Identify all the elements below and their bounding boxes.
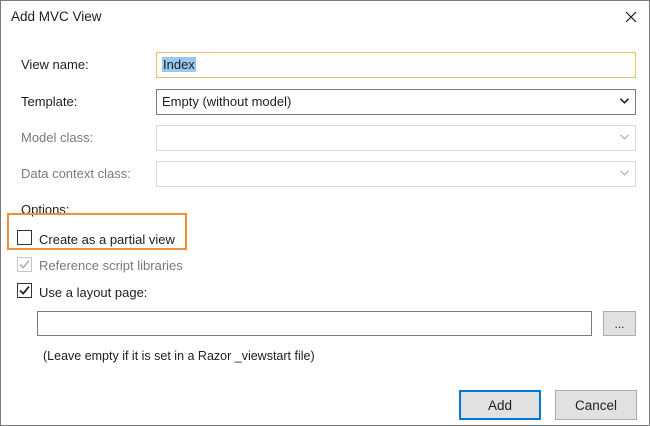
- cancel-button[interactable]: Cancel: [555, 390, 637, 420]
- view-name-label: View name:: [21, 57, 89, 72]
- use-layout-label[interactable]: Use a layout page:: [39, 285, 147, 300]
- template-select[interactable]: Empty (without model): [156, 89, 636, 115]
- model-class-select[interactable]: [156, 125, 636, 151]
- chevron-down-icon: [620, 98, 629, 104]
- chevron-down-icon: [620, 170, 629, 176]
- reference-scripts-label: Reference script libraries: [39, 258, 183, 273]
- layout-path-input[interactable]: [37, 311, 592, 336]
- dialog-title: Add MVC View: [11, 9, 102, 24]
- partial-view-label[interactable]: Create as a partial view: [39, 232, 175, 247]
- checkmark-icon: [19, 260, 30, 269]
- chevron-down-icon: [620, 134, 629, 140]
- layout-hint-text: (Leave empty if it is set in a Razor _vi…: [43, 349, 315, 363]
- add-button[interactable]: Add: [459, 390, 541, 420]
- close-button[interactable]: [618, 4, 644, 30]
- model-class-label: Model class:: [21, 130, 94, 145]
- use-layout-checkbox[interactable]: [17, 283, 32, 298]
- view-name-input[interactable]: Index: [156, 52, 636, 78]
- data-context-select[interactable]: [156, 161, 636, 187]
- close-icon: [625, 11, 637, 23]
- data-context-label: Data context class:: [21, 166, 131, 181]
- view-name-value: Index: [162, 57, 196, 72]
- template-label: Template:: [21, 94, 78, 109]
- partial-view-checkbox[interactable]: [17, 230, 32, 245]
- add-mvc-view-dialog: Add MVC View View name: Index Template: …: [0, 0, 650, 426]
- browse-button[interactable]: ...: [603, 311, 636, 336]
- checkmark-icon: [19, 286, 30, 295]
- reference-scripts-checkbox[interactable]: [17, 257, 32, 272]
- template-value: Empty (without model): [162, 94, 292, 109]
